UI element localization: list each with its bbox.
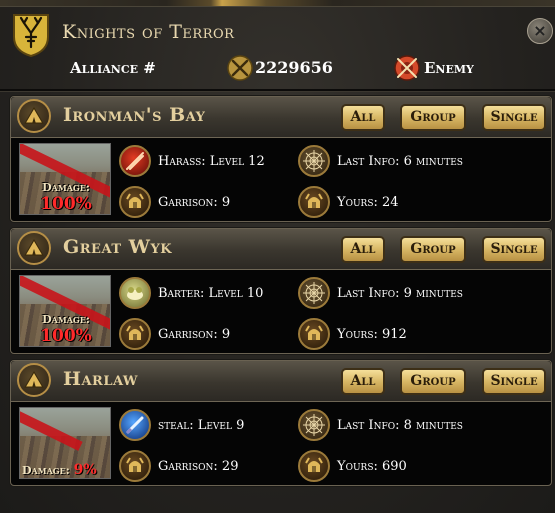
helmet-icon (298, 186, 330, 218)
steal-icon (119, 409, 151, 441)
tent-icon (17, 99, 51, 133)
page-title: Knights of Terror (62, 21, 235, 43)
spider-web-icon (298, 145, 330, 177)
filter-group-button[interactable]: Group (400, 104, 466, 131)
filter-single-button[interactable]: Single (482, 104, 546, 131)
filter-group-button[interactable]: Group (400, 236, 466, 263)
location-thumbnail[interactable]: Damage: 100% (19, 275, 111, 347)
location-card-header: Great Wyk All Group Single (11, 229, 551, 270)
damage-value: 9% (73, 462, 97, 478)
garrison-count: Garrison: 9 (158, 195, 231, 210)
last-info: Last Info: 6 minutes (337, 154, 463, 169)
header-divider (0, 89, 555, 92)
alliance-label: Alliance # (70, 59, 156, 77)
helmet-icon (119, 186, 151, 218)
garrison-count: Garrison: 9 (158, 327, 231, 342)
location-thumbnail[interactable]: Damage: 9% (19, 407, 111, 479)
alliance-header: Alliance # 2229656 Enemy (0, 55, 555, 85)
location-card-header: Ironman's Bay All Group Single (11, 97, 551, 138)
filter-group-button[interactable]: Group (400, 368, 466, 395)
tent-icon (17, 363, 51, 397)
damage-label: Damage: (42, 313, 90, 326)
spider-web-icon (298, 277, 330, 309)
damage-value: 100% (40, 326, 92, 346)
action-level: Harass: Level 12 (158, 154, 265, 169)
stag-crest-icon (13, 14, 49, 57)
helmet-icon (119, 318, 151, 350)
garrison-count: Garrison: 29 (158, 459, 239, 474)
filter-single-button[interactable]: Single (482, 368, 546, 395)
helmet-icon (298, 318, 330, 350)
action-level: Barter: Level 10 (158, 286, 264, 301)
spider-web-icon (298, 409, 330, 441)
enemy-label: Enemy (424, 59, 474, 77)
location-name: Harlaw (63, 368, 139, 390)
enemy-shield-icon (394, 55, 420, 81)
close-button[interactable]: × (527, 18, 553, 44)
yours-count: Yours: 912 (337, 327, 407, 342)
location-thumbnail[interactable]: Damage: 100% (19, 143, 111, 215)
harass-icon (119, 145, 151, 177)
location-card: Great Wyk All Group Single Damage: 100% … (10, 228, 552, 354)
barter-icon (119, 277, 151, 309)
location-name: Great Wyk (63, 236, 173, 258)
damage-value: 100% (40, 194, 92, 214)
alliance-number: 2229656 (255, 58, 333, 77)
location-name: Ironman's Bay (63, 104, 206, 126)
yours-count: Yours: 24 (337, 195, 399, 210)
helmet-icon (119, 450, 151, 482)
location-card: Harlaw All Group Single Damage: 9% steal… (10, 360, 552, 486)
damage-label: Damage: (22, 464, 70, 477)
filter-all-button[interactable]: All (341, 368, 385, 395)
alliance-info-panel: Knights of Terror × Alliance # 2229656 E… (0, 6, 555, 513)
location-card-header: Harlaw All Group Single (11, 361, 551, 402)
damage-readout: Damage: 9% (22, 462, 110, 478)
yours-count: Yours: 690 (337, 459, 407, 474)
damage-label: Damage: (42, 181, 90, 194)
filter-all-button[interactable]: All (341, 236, 385, 263)
filter-single-button[interactable]: Single (482, 236, 546, 263)
action-level: steal: Level 9 (158, 418, 245, 433)
location-card: Ironman's Bay All Group Single Damage: 1… (10, 96, 552, 222)
tent-icon (17, 231, 51, 265)
crossed-swords-icon (227, 55, 253, 81)
last-info: Last Info: 8 minutes (337, 418, 463, 433)
helmet-icon (298, 450, 330, 482)
last-info: Last Info: 9 minutes (337, 286, 463, 301)
filter-all-button[interactable]: All (341, 104, 385, 131)
